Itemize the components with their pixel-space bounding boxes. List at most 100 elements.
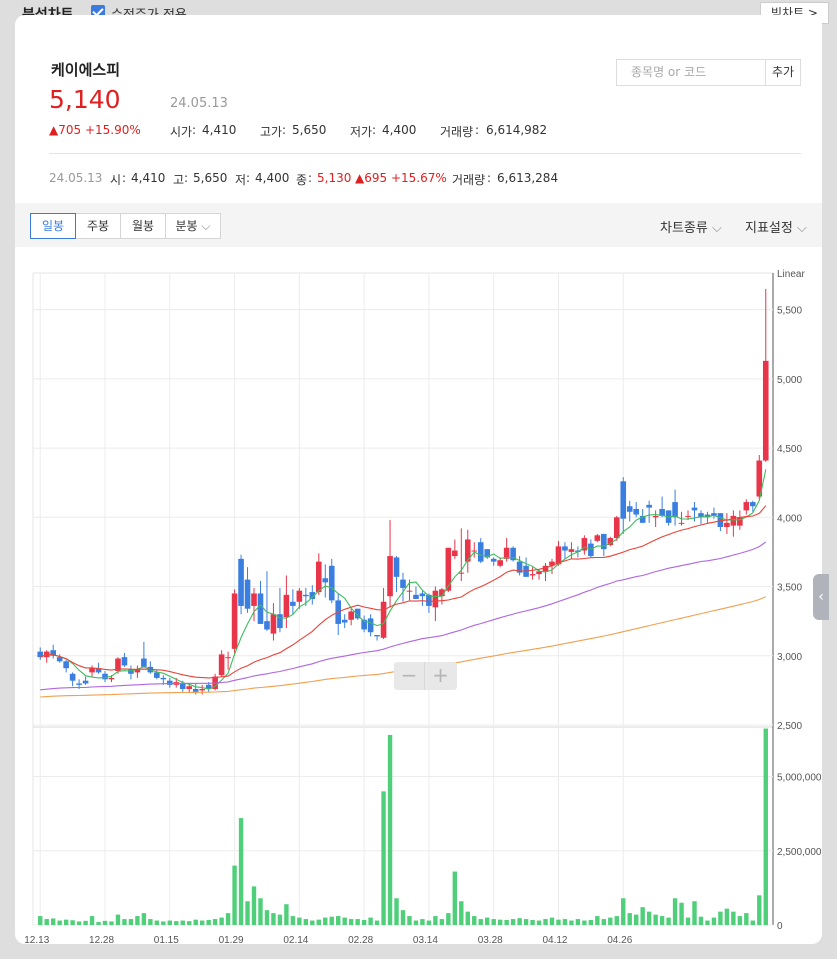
candle-body (69, 673, 76, 681)
candle-body (588, 543, 594, 557)
candle-body (762, 360, 769, 461)
candle-body (348, 611, 354, 620)
volume-bar (284, 904, 289, 925)
volume-bar (148, 919, 153, 925)
price-tick-label: 2,500 (777, 721, 802, 732)
volume-bar (70, 920, 75, 925)
volume-bar (536, 920, 542, 925)
zoom-in-button[interactable]: + (425, 662, 456, 690)
volume-value: 6,614,982 (486, 123, 548, 137)
volume-bar (459, 901, 464, 925)
volume-bar (212, 919, 218, 925)
volume-bar (342, 917, 347, 925)
volume-bar (523, 919, 529, 925)
indicator-settings-dropdown[interactable]: 지표설정 ⌵ (745, 217, 807, 236)
candle-body (76, 683, 82, 685)
price-tick-label: 3,000 (777, 652, 802, 663)
volume-bar (601, 919, 607, 925)
volume-bar (141, 913, 147, 925)
ohlc-volume: 6,613,284 (497, 171, 559, 185)
ohlc-low: 4,400 (255, 171, 290, 185)
candle-body (218, 654, 225, 676)
add-stock-button[interactable]: 추가 (765, 59, 801, 86)
volume-bar (666, 917, 671, 925)
volume-bar (510, 919, 516, 925)
candle-body (141, 658, 147, 667)
stock-search-input[interactable]: 종목명 or 코드 (616, 59, 766, 86)
candle-body (231, 593, 238, 649)
volume-bar (297, 917, 302, 925)
volume-bar (517, 918, 522, 925)
ohlc-open: 4,410 (131, 171, 166, 185)
tab-monthly[interactable]: 월봉 (121, 214, 166, 238)
volume-bar (556, 919, 561, 925)
zoom-out-button[interactable]: − (394, 662, 425, 690)
date-tick-label: 01.29 (219, 935, 244, 944)
candle-body (613, 517, 620, 539)
volume-bar (562, 919, 568, 925)
volume-bar (575, 919, 581, 925)
open-value: 4,410 (202, 123, 237, 137)
candle-body (160, 677, 167, 680)
volume-bar (465, 911, 470, 925)
volume-bar (711, 917, 717, 925)
tab-minute[interactable]: 분봉 ⌵ (166, 214, 220, 238)
candle-body (626, 506, 633, 512)
volume-bar (608, 917, 613, 925)
ohlc-close-label: 종 (296, 173, 308, 187)
candle-body (225, 657, 231, 659)
volume-bar (310, 920, 315, 925)
date-tick-label: 04.12 (542, 935, 567, 944)
date-tick-label: 01.15 (154, 935, 179, 944)
side-panel-toggle[interactable]: ‹ (813, 574, 829, 620)
volume-bar (329, 916, 334, 925)
date-tick-label: 03.14 (413, 935, 438, 944)
price-date: 24.05.13 (170, 96, 228, 111)
volume-bar (174, 921, 179, 925)
volume-bar (277, 914, 283, 925)
volume-bar (115, 914, 121, 925)
volume-bar (543, 919, 548, 925)
candlestick-chart[interactable]: 5,500 5,000 4,500 4,000 3,500 3,000 2,500 Linea… (15, 247, 822, 944)
volume-bar (750, 920, 756, 925)
ohlc-high-label: 고 (173, 173, 185, 187)
candle-body (257, 593, 264, 624)
volume-bar (271, 913, 276, 925)
volume-bar (187, 921, 192, 925)
tab-weekly[interactable]: 주봉 (76, 214, 121, 238)
candle-body (179, 683, 186, 689)
volume-bar (63, 919, 69, 925)
volume-bar (50, 918, 56, 925)
price-tick-label: 4,500 (777, 444, 802, 455)
candle-body (730, 515, 737, 526)
chart-type-dropdown[interactable]: 차트종류 ⌵ (660, 217, 722, 236)
candle-body (374, 635, 380, 637)
volume-bar (407, 916, 412, 925)
ohlc-close: 5,130 (317, 171, 352, 185)
tab-daily[interactable]: 일봉 (30, 213, 76, 239)
candle-body (166, 680, 173, 685)
candle-body (186, 686, 193, 689)
period-tabs: 일봉 주봉 월봉 분봉 ⌵ (30, 213, 221, 239)
volume-bar (44, 919, 49, 925)
price-change: ▲705 +15.90% (49, 123, 141, 137)
ohlc-volume-label: 거래량 (452, 173, 486, 187)
volume-bar (381, 791, 386, 925)
high-value: 5,650 (292, 123, 327, 137)
candle-body (108, 677, 115, 680)
volume-bar (258, 898, 263, 925)
volume-bar (193, 919, 198, 925)
volume-bar (504, 919, 509, 925)
divider (49, 153, 801, 154)
candle-body (568, 549, 575, 552)
volume-bar (102, 920, 108, 925)
volume-bar (348, 919, 354, 925)
volume-bar (361, 919, 367, 925)
candle-body (341, 619, 348, 623)
candle-body (238, 558, 244, 606)
candle-body (283, 594, 290, 617)
volume-bar (83, 920, 88, 925)
volume-tick-label: 0 (777, 921, 783, 932)
candle-body (121, 657, 128, 666)
date-tick-label: 12.13 (24, 935, 49, 944)
